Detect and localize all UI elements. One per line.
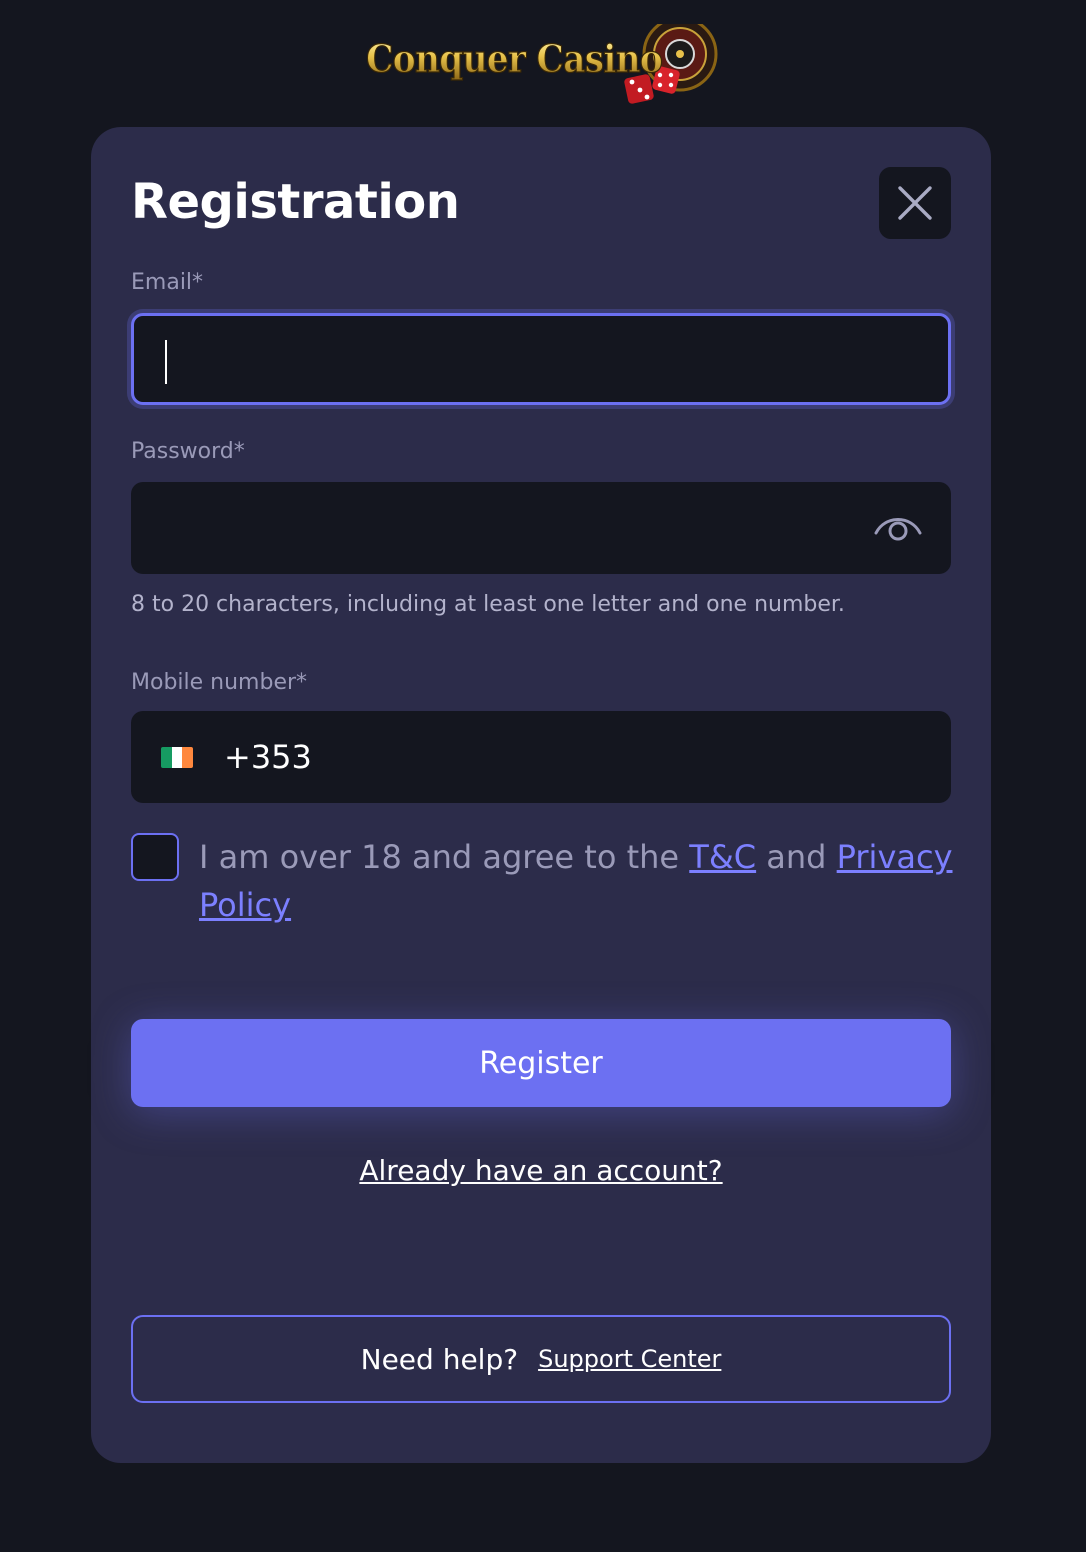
login-link-row: Already have an account? xyxy=(91,1151,991,1191)
help-box: Need help? Support Center xyxy=(131,1315,951,1403)
dial-code: +353 xyxy=(224,738,312,776)
text-caret xyxy=(165,340,167,384)
support-center-link[interactable]: Support Center xyxy=(538,1345,721,1373)
conquer-casino-logo[interactable]: Conquer Casino xyxy=(364,24,724,110)
consent-text-middle: and xyxy=(756,838,837,876)
help-text: Need help? xyxy=(360,1342,519,1376)
consent-text-before: I am over 18 and agree to the xyxy=(199,838,690,876)
mobile-number-field[interactable]: +353 xyxy=(131,711,951,803)
close-button[interactable] xyxy=(879,167,951,239)
logo-wordmark: Conquer Casino xyxy=(366,36,662,81)
age-consent-checkbox[interactable] xyxy=(131,833,179,881)
ireland-flag-icon[interactable] xyxy=(161,747,193,768)
already-have-account-link[interactable]: Already have an account? xyxy=(359,1154,722,1187)
eye-icon[interactable] xyxy=(873,509,923,545)
tc-link[interactable]: T&C xyxy=(689,838,756,876)
password-hint: 8 to 20 characters, including at least o… xyxy=(131,592,845,617)
page-title: Registration xyxy=(131,174,460,230)
email-label: Email* xyxy=(131,270,204,295)
email-field[interactable] xyxy=(131,313,951,405)
password-field[interactable] xyxy=(131,482,951,574)
registration-modal: Registration Email* Password* 8 to 20 ch… xyxy=(91,127,991,1463)
password-label: Password* xyxy=(131,439,245,464)
close-icon xyxy=(898,186,932,220)
register-button[interactable]: Register xyxy=(131,1019,951,1107)
consent-text: I am over 18 and agree to the T&C and Pr… xyxy=(199,833,959,929)
mobile-label: Mobile number* xyxy=(131,670,308,695)
